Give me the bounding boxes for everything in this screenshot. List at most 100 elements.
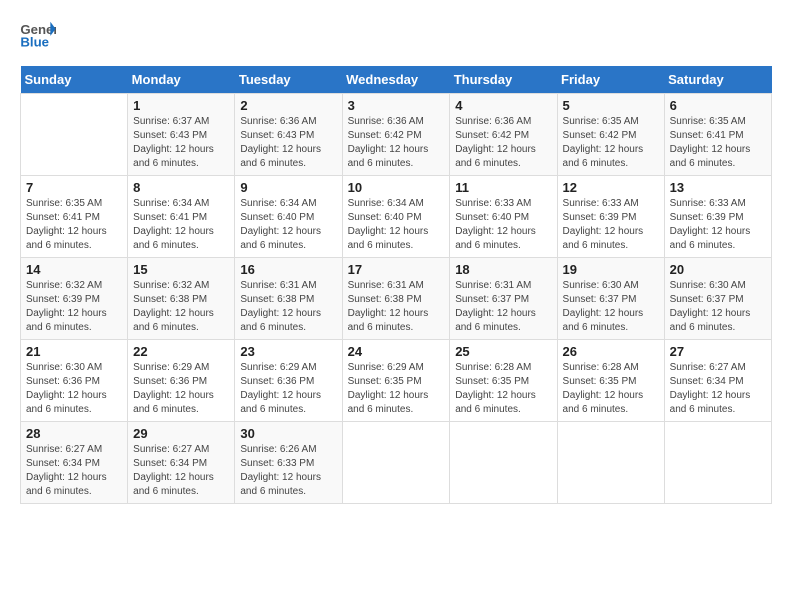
calendar-cell: 1 Sunrise: 6:37 AMSunset: 6:43 PMDaylight… xyxy=(128,94,235,176)
col-header-wednesday: Wednesday xyxy=(342,66,450,94)
day-info: Sunrise: 6:28 AMSunset: 6:35 PMDaylight:… xyxy=(455,361,551,417)
calendar-cell: 7 Sunrise: 6:35 AMSunset: 6:41 PMDaylight… xyxy=(21,176,128,258)
day-number: 19 xyxy=(563,262,659,277)
col-header-thursday: Thursday xyxy=(450,66,557,94)
day-number: 16 xyxy=(240,262,336,277)
day-number: 10 xyxy=(348,180,445,195)
day-number: 30 xyxy=(240,426,336,441)
day-number: 20 xyxy=(670,262,766,277)
day-info: Sunrise: 6:37 AMSunset: 6:43 PMDaylight:… xyxy=(133,115,229,171)
day-number: 27 xyxy=(670,344,766,359)
col-header-sunday: Sunday xyxy=(21,66,128,94)
col-header-tuesday: Tuesday xyxy=(235,66,342,94)
day-number: 15 xyxy=(133,262,229,277)
day-number: 2 xyxy=(240,98,336,113)
calendar-cell: 23 Sunrise: 6:29 AMSunset: 6:36 PMDayligh… xyxy=(235,340,342,422)
calendar-cell: 24 Sunrise: 6:29 AMSunset: 6:35 PMDayligh… xyxy=(342,340,450,422)
calendar-cell: 9 Sunrise: 6:34 AMSunset: 6:40 PMDaylight… xyxy=(235,176,342,258)
day-info: Sunrise: 6:29 AMSunset: 6:36 PMDaylight:… xyxy=(240,361,336,417)
day-number: 28 xyxy=(26,426,122,441)
calendar-cell xyxy=(664,422,771,504)
day-info: Sunrise: 6:36 AMSunset: 6:43 PMDaylight:… xyxy=(240,115,336,171)
logo-icon: General Blue xyxy=(20,20,56,50)
day-number: 9 xyxy=(240,180,336,195)
col-header-saturday: Saturday xyxy=(664,66,771,94)
calendar-cell xyxy=(450,422,557,504)
calendar-cell xyxy=(342,422,450,504)
calendar-cell: 15 Sunrise: 6:32 AMSunset: 6:38 PMDayligh… xyxy=(128,258,235,340)
day-info: Sunrise: 6:32 AMSunset: 6:39 PMDaylight:… xyxy=(26,279,122,335)
calendar-cell: 26Sunrise: 6:28 AMSunset: 6:35 PMDayligh… xyxy=(557,340,664,422)
calendar-cell xyxy=(557,422,664,504)
calendar-cell: 6 Sunrise: 6:35 AMSunset: 6:41 PMDaylight… xyxy=(664,94,771,176)
day-number: 21 xyxy=(26,344,122,359)
day-info: Sunrise: 6:30 AMSunset: 6:37 PMDaylight:… xyxy=(670,279,766,335)
day-info: Sunrise: 6:29 AMSunset: 6:35 PMDaylight:… xyxy=(348,361,445,417)
day-number: 6 xyxy=(670,98,766,113)
day-number: 11 xyxy=(455,180,551,195)
calendar-cell: 8 Sunrise: 6:34 AMSunset: 6:41 PMDaylight… xyxy=(128,176,235,258)
day-info: Sunrise: 6:33 AMSunset: 6:39 PMDaylight:… xyxy=(563,197,659,253)
day-info: Sunrise: 6:30 AMSunset: 6:36 PMDaylight:… xyxy=(26,361,122,417)
calendar-cell: 2 Sunrise: 6:36 AMSunset: 6:43 PMDaylight… xyxy=(235,94,342,176)
day-info: Sunrise: 6:27 AMSunset: 6:34 PMDaylight:… xyxy=(26,443,122,499)
calendar-cell: 18 Sunrise: 6:31 AMSunset: 6:37 PMDayligh… xyxy=(450,258,557,340)
calendar-cell: 25 Sunrise: 6:28 AMSunset: 6:35 PMDayligh… xyxy=(450,340,557,422)
calendar-cell: 10Sunrise: 6:34 AMSunset: 6:40 PMDayligh… xyxy=(342,176,450,258)
calendar-cell: 14Sunrise: 6:32 AMSunset: 6:39 PMDayligh… xyxy=(21,258,128,340)
calendar-cell: 21 Sunrise: 6:30 AMSunset: 6:36 PMDayligh… xyxy=(21,340,128,422)
day-info: Sunrise: 6:34 AMSunset: 6:41 PMDaylight:… xyxy=(133,197,229,253)
day-info: Sunrise: 6:33 AMSunset: 6:39 PMDaylight:… xyxy=(670,197,766,253)
calendar-cell: 4 Sunrise: 6:36 AMSunset: 6:42 PMDaylight… xyxy=(450,94,557,176)
day-info: Sunrise: 6:27 AMSunset: 6:34 PMDaylight:… xyxy=(133,443,229,499)
calendar-cell: 16 Sunrise: 6:31 AMSunset: 6:38 PMDayligh… xyxy=(235,258,342,340)
calendar-cell: 11 Sunrise: 6:33 AMSunset: 6:40 PMDayligh… xyxy=(450,176,557,258)
day-info: Sunrise: 6:31 AMSunset: 6:37 PMDaylight:… xyxy=(455,279,551,335)
calendar-cell: 29 Sunrise: 6:27 AMSunset: 6:34 PMDayligh… xyxy=(128,422,235,504)
calendar-cell: 30Sunrise: 6:26 AMSunset: 6:33 PMDayligh… xyxy=(235,422,342,504)
calendar-table: SundayMondayTuesdayWednesdayThursdayFrid… xyxy=(20,66,772,504)
day-number: 22 xyxy=(133,344,229,359)
day-info: Sunrise: 6:31 AMSunset: 6:38 PMDaylight:… xyxy=(240,279,336,335)
day-number: 26 xyxy=(563,344,659,359)
day-number: 4 xyxy=(455,98,551,113)
day-number: 13 xyxy=(670,180,766,195)
page-header: General Blue xyxy=(20,20,772,50)
calendar-cell: 22 Sunrise: 6:29 AMSunset: 6:36 PMDayligh… xyxy=(128,340,235,422)
day-info: Sunrise: 6:30 AMSunset: 6:37 PMDaylight:… xyxy=(563,279,659,335)
calendar-cell xyxy=(21,94,128,176)
day-info: Sunrise: 6:33 AMSunset: 6:40 PMDaylight:… xyxy=(455,197,551,253)
day-number: 29 xyxy=(133,426,229,441)
calendar-cell: 28 Sunrise: 6:27 AMSunset: 6:34 PMDayligh… xyxy=(21,422,128,504)
calendar-cell: 3 Sunrise: 6:36 AMSunset: 6:42 PMDaylight… xyxy=(342,94,450,176)
day-info: Sunrise: 6:36 AMSunset: 6:42 PMDaylight:… xyxy=(348,115,445,171)
day-number: 24 xyxy=(348,344,445,359)
day-info: Sunrise: 6:35 AMSunset: 6:41 PMDaylight:… xyxy=(670,115,766,171)
day-number: 8 xyxy=(133,180,229,195)
calendar-cell: 19 Sunrise: 6:30 AMSunset: 6:37 PMDayligh… xyxy=(557,258,664,340)
day-info: Sunrise: 6:35 AMSunset: 6:41 PMDaylight:… xyxy=(26,197,122,253)
day-info: Sunrise: 6:32 AMSunset: 6:38 PMDaylight:… xyxy=(133,279,229,335)
day-number: 7 xyxy=(26,180,122,195)
calendar-cell: 12 Sunrise: 6:33 AMSunset: 6:39 PMDayligh… xyxy=(557,176,664,258)
day-info: Sunrise: 6:34 AMSunset: 6:40 PMDaylight:… xyxy=(240,197,336,253)
calendar-cell: 17 Sunrise: 6:31 AMSunset: 6:38 PMDayligh… xyxy=(342,258,450,340)
day-info: Sunrise: 6:29 AMSunset: 6:36 PMDaylight:… xyxy=(133,361,229,417)
day-number: 18 xyxy=(455,262,551,277)
day-info: Sunrise: 6:35 AMSunset: 6:42 PMDaylight:… xyxy=(563,115,659,171)
day-info: Sunrise: 6:27 AMSunset: 6:34 PMDaylight:… xyxy=(670,361,766,417)
col-header-friday: Friday xyxy=(557,66,664,94)
day-number: 1 xyxy=(133,98,229,113)
day-number: 23 xyxy=(240,344,336,359)
svg-text:Blue: Blue xyxy=(20,34,49,49)
day-number: 3 xyxy=(348,98,445,113)
calendar-cell: 5 Sunrise: 6:35 AMSunset: 6:42 PMDaylight… xyxy=(557,94,664,176)
day-info: Sunrise: 6:36 AMSunset: 6:42 PMDaylight:… xyxy=(455,115,551,171)
day-number: 5 xyxy=(563,98,659,113)
day-number: 17 xyxy=(348,262,445,277)
calendar-cell: 13 Sunrise: 6:33 AMSunset: 6:39 PMDayligh… xyxy=(664,176,771,258)
day-number: 12 xyxy=(563,180,659,195)
day-info: Sunrise: 6:31 AMSunset: 6:38 PMDaylight:… xyxy=(348,279,445,335)
calendar-cell: 27 Sunrise: 6:27 AMSunset: 6:34 PMDayligh… xyxy=(664,340,771,422)
day-number: 25 xyxy=(455,344,551,359)
